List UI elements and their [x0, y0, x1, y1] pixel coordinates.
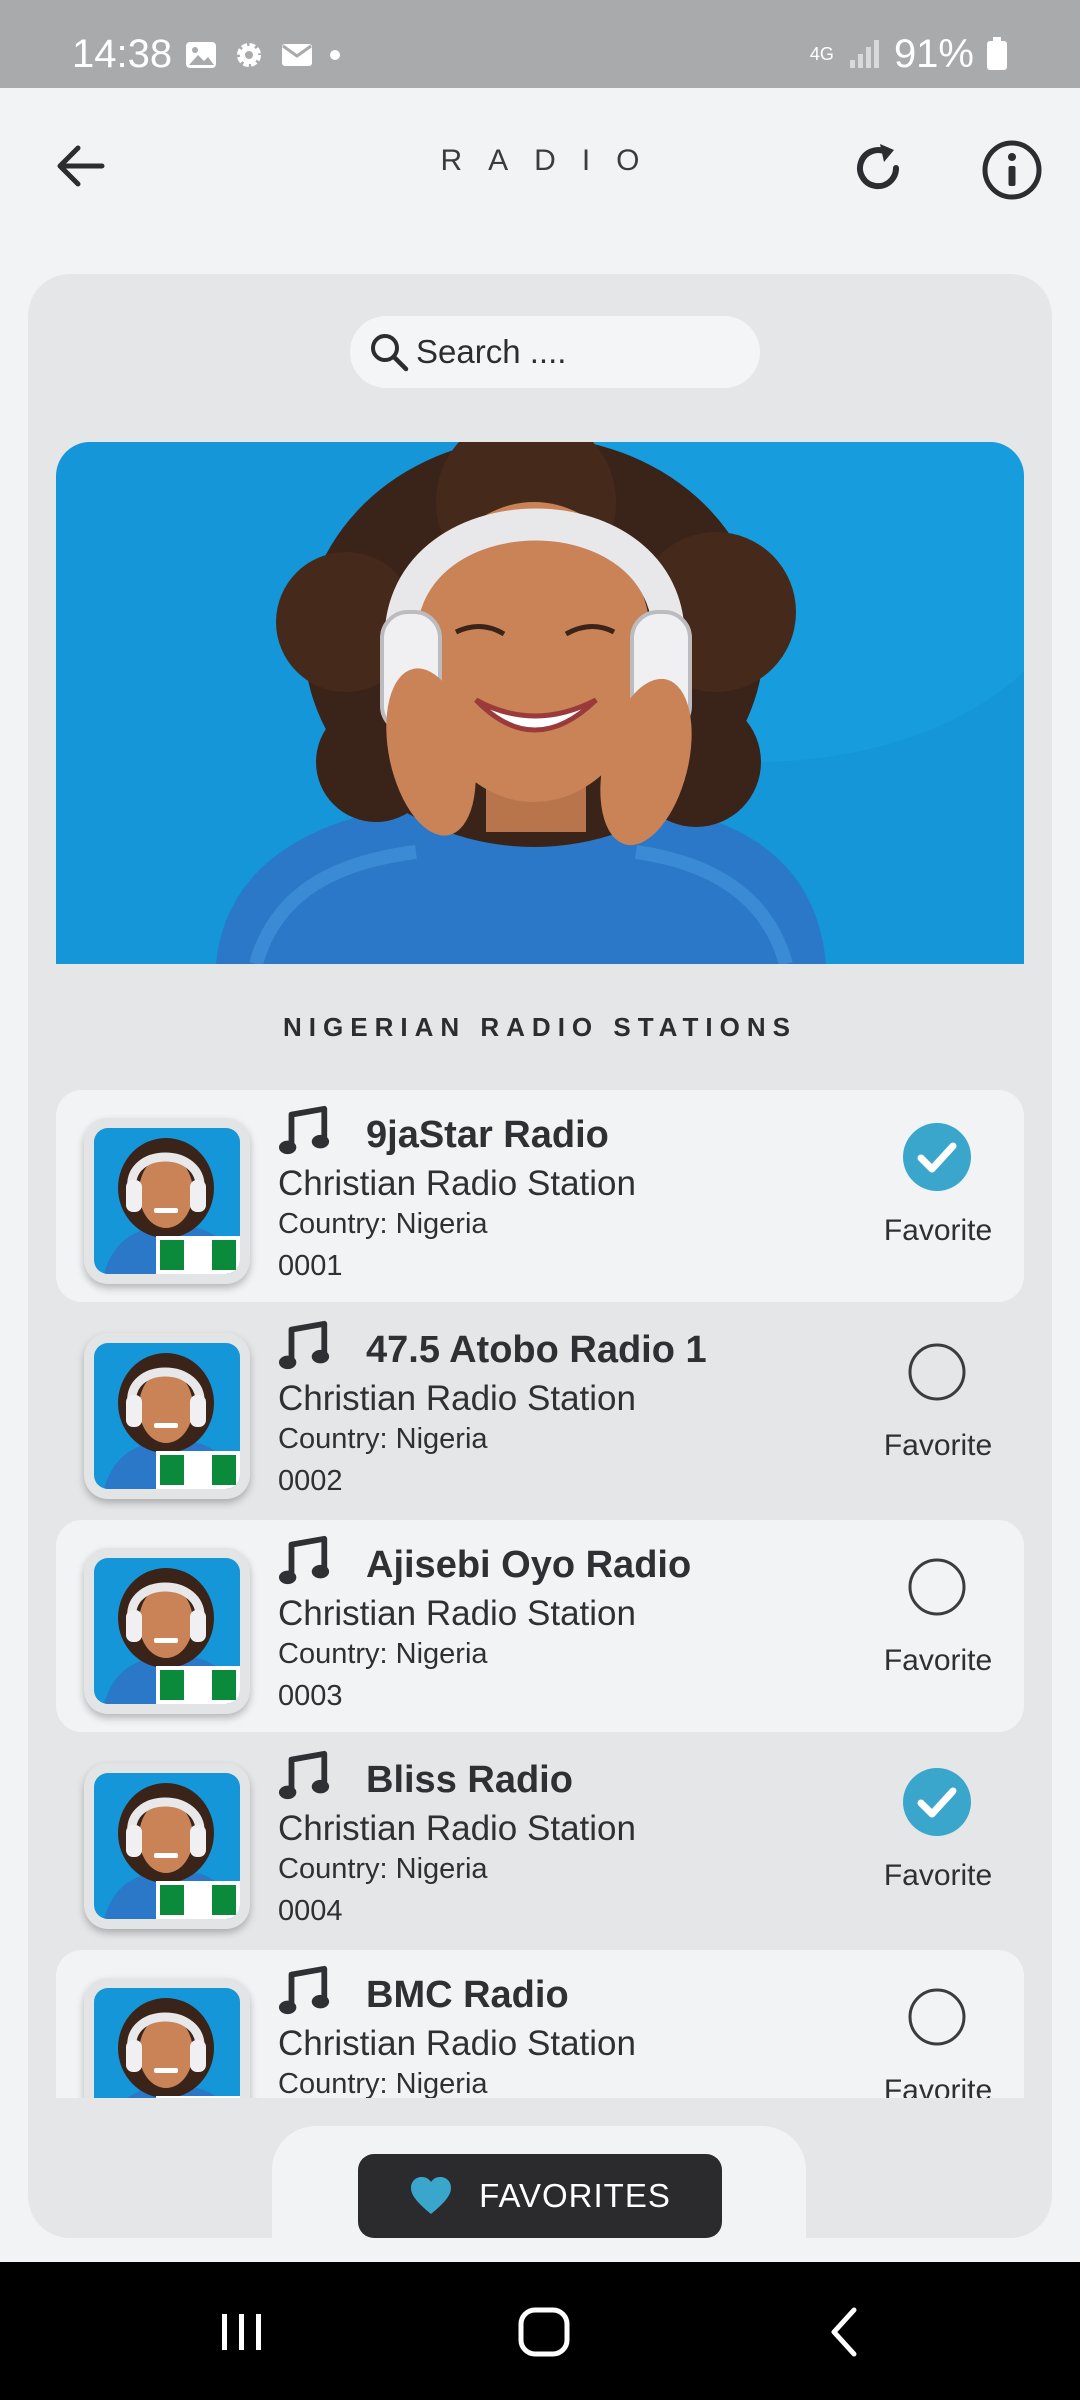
favorite-unchecked-icon[interactable]: [902, 1982, 972, 2052]
settings-icon: [237, 43, 261, 67]
favorite-label: Favorite: [883, 1644, 993, 1677]
search-icon: [371, 334, 409, 372]
station-number: 0003: [278, 1680, 343, 1712]
battery-icon: [987, 37, 1007, 70]
music-note-icon: [278, 1535, 330, 1585]
status-bar: 14:38 4G 91%: [0, 0, 1080, 88]
mail-icon: [282, 44, 312, 66]
station-name: 9jaStar Radio: [366, 1114, 609, 1156]
station-row[interactable]: BMC Radio Christian Radio Station Countr…: [56, 1950, 1024, 2098]
home-icon[interactable]: [514, 2302, 574, 2362]
station-country: Country: Nigeria: [278, 1853, 488, 1885]
favorite-checked-icon[interactable]: [902, 1122, 972, 1192]
favorite-unchecked-icon[interactable]: [902, 1552, 972, 1622]
station-number: 0004: [278, 1895, 343, 1927]
favorite-label: Favorite: [883, 2074, 993, 2098]
station-number: 0001: [278, 1250, 343, 1282]
image-icon: [186, 42, 216, 68]
station-thumbnail-image: [94, 1988, 240, 2098]
dot-icon: [330, 50, 340, 60]
station-row[interactable]: 47.5 Atobo Radio 1 Christian Radio Stati…: [56, 1305, 1024, 1517]
station-type: Christian Radio Station: [278, 1594, 636, 1633]
music-note-icon: [278, 1105, 330, 1155]
system-nav-bar: [0, 2262, 1080, 2400]
station-number: 0002: [278, 1465, 343, 1497]
network-type: 4G: [809, 44, 834, 64]
station-row[interactable]: Ajisebi Oyo Radio Christian Radio Statio…: [56, 1520, 1024, 1732]
music-note-icon: [278, 1320, 330, 1370]
hero-image: [56, 442, 1024, 964]
favorite-unchecked-icon[interactable]: [902, 1337, 972, 1407]
status-right-group: 4G 91%: [810, 34, 1008, 74]
station-row[interactable]: 9jaStar Radio Christian Radio Station Co…: [56, 1090, 1024, 1302]
signal-icon: [849, 40, 879, 68]
station-country: Country: Nigeria: [278, 1423, 488, 1455]
station-name: Bliss Radio: [366, 1759, 573, 1801]
station-country: Country: Nigeria: [278, 1638, 488, 1670]
station-thumbnail: [84, 1978, 250, 2098]
station-type: Christian Radio Station: [278, 2024, 636, 2063]
search-bar[interactable]: [350, 316, 760, 388]
station-thumbnail: [84, 1763, 250, 1929]
music-note-icon: [278, 1965, 330, 2015]
station-thumbnail: [84, 1548, 250, 1714]
station-list[interactable]: 9jaStar Radio Christian Radio Station Co…: [56, 1090, 1024, 2098]
station-thumbnail-image: [94, 1343, 240, 1489]
station-thumbnail-image: [94, 1128, 240, 1274]
station-thumbnail-image: [94, 1773, 240, 1919]
search-input[interactable]: [416, 333, 736, 371]
station-thumbnail: [84, 1333, 250, 1499]
page-title: RADIO: [440, 144, 666, 177]
main-card: NIGERIAN RADIO STATIONS 9jaStar Radio Ch…: [28, 274, 1052, 2238]
favorite-label: Favorite: [883, 1429, 993, 1462]
recent-apps-icon[interactable]: [212, 2302, 272, 2362]
refresh-icon[interactable]: [848, 138, 908, 198]
station-type: Christian Radio Station: [278, 1379, 636, 1418]
station-name: BMC Radio: [366, 1974, 569, 2016]
favorite-label: Favorite: [883, 1859, 993, 1892]
favorites-button-label: FAVORITES: [479, 2177, 671, 2214]
favorite-label: Favorite: [883, 1214, 993, 1247]
station-name: 47.5 Atobo Radio 1: [366, 1329, 707, 1371]
station-thumbnail: [84, 1118, 250, 1284]
info-icon[interactable]: [980, 138, 1044, 202]
station-name: Ajisebi Oyo Radio: [366, 1544, 692, 1586]
section-title: NIGERIAN RADIO STATIONS: [283, 1012, 797, 1042]
heart-icon: [411, 2177, 452, 2214]
station-thumbnail-image: [94, 1558, 240, 1704]
station-type: Christian Radio Station: [278, 1809, 636, 1848]
station-country: Country: Nigeria: [278, 2068, 488, 2098]
favorites-button[interactable]: FAVORITES: [358, 2154, 722, 2238]
station-type: Christian Radio Station: [278, 1164, 636, 1203]
battery-percent: 91%: [893, 32, 974, 76]
app-header: RADIO: [0, 88, 1080, 248]
favorite-checked-icon[interactable]: [902, 1767, 972, 1837]
station-row[interactable]: Bliss Radio Christian Radio Station Coun…: [56, 1735, 1024, 1947]
status-time: 14:38: [72, 32, 173, 76]
status-notification-icons: [184, 40, 342, 70]
music-note-icon: [278, 1750, 330, 1800]
back-nav-icon[interactable]: [816, 2302, 876, 2362]
station-country: Country: Nigeria: [278, 1208, 488, 1240]
